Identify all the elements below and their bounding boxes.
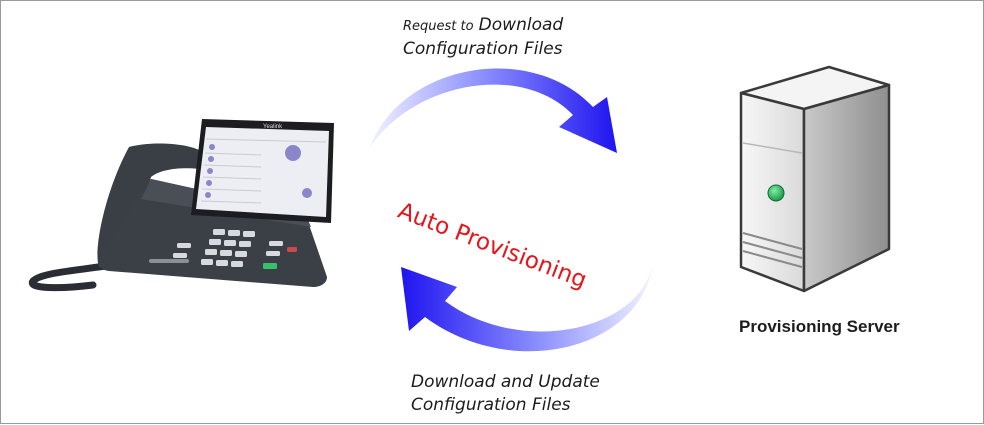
screen-call-icon: [302, 188, 312, 198]
server-led-icon: [767, 184, 785, 202]
ip-phone: Yealink: [28, 119, 334, 292]
diagram-graphics: Yealink: [28, 65, 891, 352]
request-download-label: Request to Download Configuration Files: [403, 13, 663, 61]
diagram-frame: Yealink Request to Download Configuratio…: [0, 0, 984, 424]
upload-request-arrow: [369, 68, 617, 153]
request-label-line1-big: Download: [478, 15, 564, 35]
phone-green-key: [263, 263, 277, 269]
download-label-line2: Configuration Files: [411, 395, 571, 415]
phone-cord: [28, 261, 117, 292]
download-update-arrow: [401, 263, 653, 352]
provisioning-server-label: Provisioning Server: [739, 317, 900, 336]
server-icon: [739, 65, 891, 293]
phone-brand-logo: Yealink: [263, 124, 283, 130]
download-update-label: Download and Update Configuration Files: [411, 371, 711, 417]
request-label-line1-small: Request to: [403, 19, 474, 34]
phone-red-key: [287, 247, 297, 252]
screen-avatar-icon: [285, 145, 301, 161]
request-label-line2: Configuration Files: [403, 39, 563, 59]
download-label-line1: Download and Update: [411, 372, 600, 392]
